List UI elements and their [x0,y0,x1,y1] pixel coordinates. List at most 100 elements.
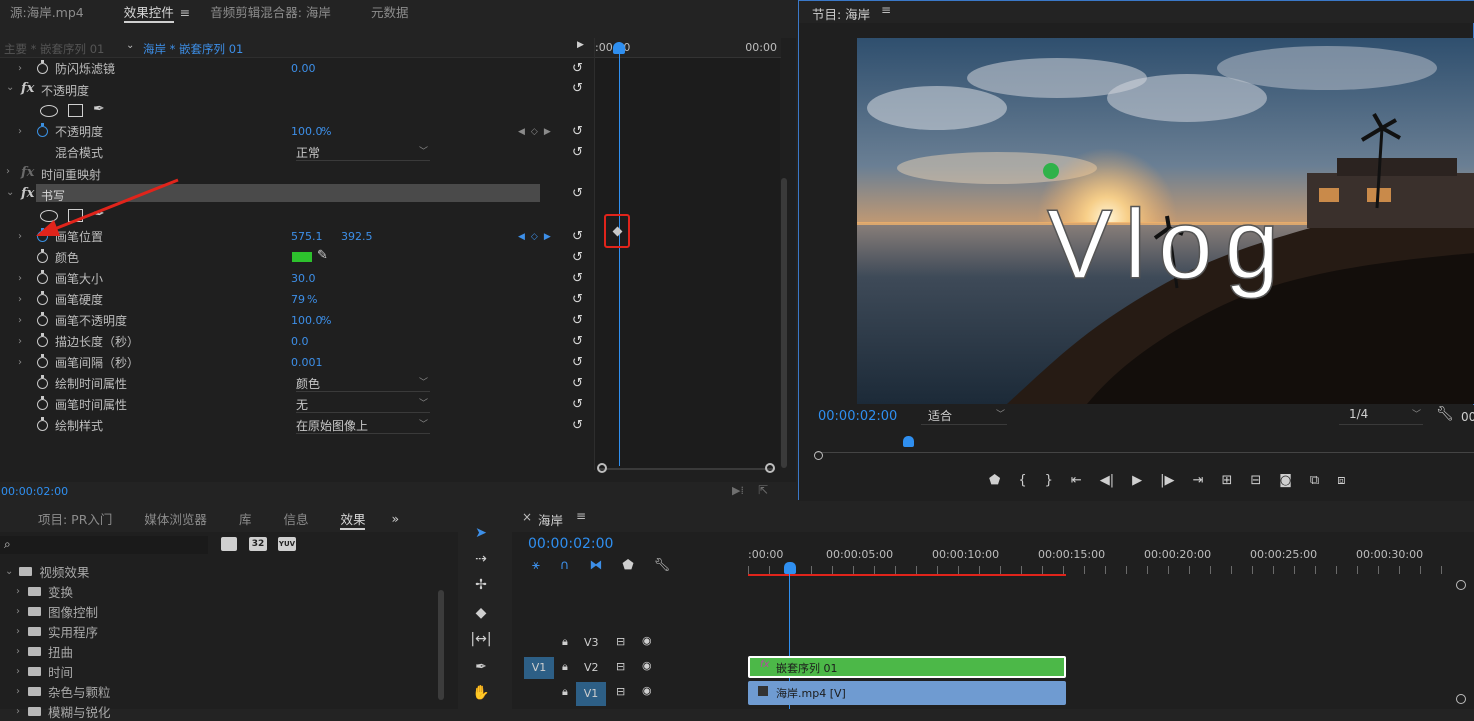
prop-value[interactable]: 30.0 [291,272,316,285]
stopwatch-icon[interactable] [37,375,48,389]
folder-image-control[interactable]: › 图像控制 [16,602,98,621]
effects-search-input[interactable]: ⌕ [0,536,208,554]
go-to-in-icon[interactable]: ⇤ [1071,473,1082,493]
expand-twirl-icon[interactable]: › [18,273,22,284]
step-back-icon[interactable]: ◀︎| [1100,473,1114,493]
ec-scrollbar[interactable] [780,58,788,468]
accelerated-effects-icon[interactable] [221,537,237,551]
reset-icon[interactable]: ↺ [572,397,583,412]
keyframe-navigator[interactable]: ◀◇▶ [518,127,557,137]
selection-tool-icon[interactable]: ➤ [468,522,494,544]
lock-icon[interactable]: 🔒︎ [562,635,568,649]
folder-distort[interactable]: › 扭曲 [16,642,73,661]
stopwatch-icon[interactable] [37,60,48,74]
marker-icon[interactable]: ⬟ [989,473,1000,493]
eye-icon[interactable]: ◉ [642,659,652,672]
fx-icon[interactable]: fx [21,81,34,96]
play-icon[interactable]: ▶ [1132,473,1142,493]
expand-twirl-icon[interactable]: › [16,686,20,697]
comparison-view-icon[interactable]: ⧈ [1337,473,1345,493]
collapse-twirl-icon[interactable]: ⌄ [6,187,14,198]
prop-value[interactable]: 0.0 [291,335,309,348]
prop-value[interactable]: 100.0 [291,314,323,327]
yuv-effects-icon[interactable]: YUV [278,537,296,551]
reset-icon[interactable]: ↺ [572,250,583,265]
tab-media-browser[interactable]: 媒体浏览器 [134,509,217,528]
collapse-twirl-icon[interactable]: ⌄ [6,82,14,93]
ec-mini-timeline[interactable]: :00:00 00:00 [594,38,781,473]
panel-menu-icon[interactable]: ≡ [180,5,190,20]
compare-icon[interactable]: ⧉ [1310,473,1319,493]
brush-time-props-dropdown[interactable]: 无 ﹀ [296,396,430,413]
close-tab-icon[interactable]: × [522,510,532,524]
mark-in-icon[interactable]: { [1018,473,1026,493]
reset-icon[interactable]: ↺ [572,355,583,370]
razor-tool-icon[interactable]: ◆ [468,602,494,624]
track-select-tool-icon[interactable]: ⇢ [468,548,494,570]
stopwatch-icon[interactable] [37,396,48,410]
stopwatch-icon[interactable] [37,417,48,431]
prop-value[interactable]: 0.001 [291,356,323,369]
folder-transform[interactable]: › 变换 [16,582,73,601]
expand-twirl-icon[interactable]: › [18,294,22,305]
reset-icon[interactable]: ↺ [572,124,583,139]
add-marker-icon[interactable]: ⬟ [622,558,633,573]
zoom-handle-left[interactable] [814,451,823,460]
sync-lock-icon[interactable]: ⊟ [616,660,625,673]
expand-twirl-icon[interactable]: › [18,231,22,242]
color-swatch[interactable] [292,252,312,262]
ripple-edit-tool-icon[interactable]: ✢ [468,574,494,596]
collapse-twirl-icon[interactable]: ⌄ [5,566,13,577]
reset-icon[interactable]: ↺ [572,81,583,96]
extract-icon[interactable]: ⊟ [1250,473,1261,493]
zoom-handle-right[interactable] [765,463,775,473]
stopwatch-icon[interactable] [37,270,48,284]
paint-style-dropdown[interactable]: 在原始图像上 ﹀ [296,417,430,434]
zoom-handle-top[interactable] [1456,580,1466,590]
tab-project[interactable]: 项目: PR入门 [28,509,122,528]
lift-icon[interactable]: ⊞ [1221,473,1232,493]
timeline-ruler[interactable]: :00:00 00:00:05:00 00:00:10:00 00:00:15:… [748,544,1460,576]
reset-icon[interactable]: ↺ [572,418,583,433]
blend-mode-dropdown[interactable]: 正常 ﹀ [296,144,430,161]
go-to-out-icon[interactable]: ⇥ [1193,473,1204,493]
lock-icon[interactable]: 🔒︎ [562,685,568,699]
track-name[interactable]: V1 [576,682,606,706]
expand-twirl-icon[interactable]: › [16,586,20,597]
tab-info[interactable]: 信息 [273,509,318,528]
play-only-clip-icon[interactable]: ▶ [577,40,584,50]
project-scroll-thumb[interactable] [438,590,444,700]
reset-icon[interactable]: ↺ [572,313,583,328]
timeline-timecode[interactable]: 00:00:02:00 [528,536,613,552]
stopwatch-icon[interactable] [37,312,48,326]
ec-zoom-bar[interactable] [599,468,775,470]
zoom-handle-left[interactable] [597,463,607,473]
eye-icon[interactable]: ◉ [642,634,652,647]
expand-twirl-icon[interactable]: › [16,626,20,637]
slip-tool-icon[interactable]: |↔| [468,628,494,650]
folder-time[interactable]: › 时间 [16,662,73,681]
stopwatch-icon[interactable] [37,291,48,305]
prop-value[interactable]: 79 [291,293,305,306]
folder-video-effects[interactable]: ⌄ 视频效果 [5,562,89,581]
pen-tool-icon[interactable]: ✒ [468,656,494,678]
tab-source[interactable]: 源:海岸.mp4 [0,2,94,21]
sync-lock-icon[interactable]: ⊟ [616,685,625,698]
tab-audio-mixer[interactable]: 音频剪辑混合器: 海岸 [200,2,341,21]
wrench-icon[interactable]: 🔧︎ [654,558,671,573]
sequence-tab-label[interactable]: 海岸 [538,510,563,529]
camera-icon[interactable]: ◙ [1279,473,1292,493]
expand-twirl-icon[interactable]: › [16,606,20,617]
source-patch-v1[interactable]: V1 [524,657,554,679]
expand-twirl-icon[interactable]: › [6,166,10,177]
sync-lock-icon[interactable]: ⊟ [616,635,625,648]
reset-icon[interactable]: ↺ [572,145,583,160]
fit-dropdown[interactable]: 适合 ﹀ [921,407,1007,425]
reset-icon[interactable]: ↺ [572,61,583,76]
expand-twirl-icon[interactable]: › [16,706,20,717]
pen-mask-icon[interactable]: ✒ [93,101,105,117]
program-video-frame[interactable]: Vlog [857,38,1474,404]
stopwatch-icon[interactable] [37,123,48,137]
reset-icon[interactable]: ↺ [572,271,583,286]
ec-current-time[interactable]: 00:00:02:00 [1,485,68,498]
